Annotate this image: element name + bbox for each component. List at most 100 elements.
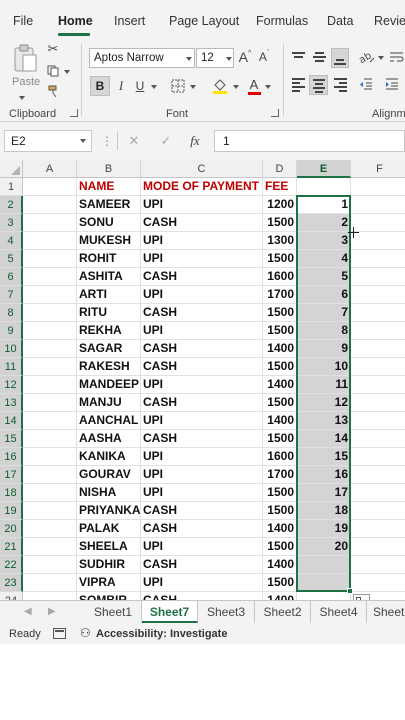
cell-c-12[interactable]: UPI: [141, 376, 263, 394]
cell-b-7[interactable]: ARTI: [77, 286, 141, 304]
align-right-icon[interactable]: [334, 78, 347, 94]
cell-a-11[interactable]: [23, 358, 77, 376]
align-middle-icon[interactable]: [313, 52, 326, 64]
tab-review[interactable]: Review: [374, 14, 405, 28]
format-painter-icon[interactable]: [46, 84, 60, 98]
cell-f-18[interactable]: [351, 484, 405, 502]
row-header[interactable]: 17: [0, 466, 23, 484]
borders-icon[interactable]: [170, 78, 186, 94]
cell-e-3[interactable]: 2: [297, 214, 351, 232]
align-left-icon[interactable]: [292, 78, 305, 94]
cell-a-1[interactable]: [23, 178, 77, 196]
cell-e-7[interactable]: 6: [297, 286, 351, 304]
cell-c-16[interactable]: UPI: [141, 448, 263, 466]
font-name-select[interactable]: Aptos Narrow: [89, 48, 195, 68]
column-header-e[interactable]: E: [297, 160, 351, 178]
cell-f-19[interactable]: [351, 502, 405, 520]
tab-formulas[interactable]: Formulas: [256, 14, 308, 28]
cancel-icon[interactable]: ✕: [127, 132, 141, 150]
accessibility-icon[interactable]: ⚇: [80, 626, 91, 640]
cell-d-2[interactable]: 1200: [263, 196, 297, 214]
cell-c-24[interactable]: CASH: [141, 592, 263, 600]
cell-d-17[interactable]: 1700: [263, 466, 297, 484]
cell-e-24[interactable]: [297, 592, 351, 600]
cell-a-22[interactable]: [23, 556, 77, 574]
clipboard-launcher-icon[interactable]: [70, 109, 78, 117]
cell-f-17[interactable]: [351, 466, 405, 484]
orientation-dropdown-arrow[interactable]: [378, 56, 384, 60]
cell-d-15[interactable]: 1500: [263, 430, 297, 448]
wrap-text-icon[interactable]: [388, 48, 405, 66]
cell-d-18[interactable]: 1500: [263, 484, 297, 502]
cell-d-8[interactable]: 1500: [263, 304, 297, 322]
cell-b-3[interactable]: SONU: [77, 214, 141, 232]
increase-indent-icon[interactable]: [384, 76, 400, 92]
cell-d-6[interactable]: 1600: [263, 268, 297, 286]
column-header-a[interactable]: A: [23, 160, 77, 178]
name-box[interactable]: E2: [4, 130, 92, 152]
row-header[interactable]: 6: [0, 268, 23, 286]
cell-a-20[interactable]: [23, 520, 77, 538]
cell-b-4[interactable]: MUKESH: [77, 232, 141, 250]
status-accessibility[interactable]: Accessibility: Investigate: [96, 628, 227, 640]
column-header-d[interactable]: D: [263, 160, 297, 178]
row-header[interactable]: 23: [0, 574, 23, 592]
sheet-tab-sheet7[interactable]: Sheet7: [142, 601, 198, 623]
cell-e-16[interactable]: 15: [297, 448, 351, 466]
cell-d-23[interactable]: 1500: [263, 574, 297, 592]
cell-a-8[interactable]: [23, 304, 77, 322]
cell-e-12[interactable]: 11: [297, 376, 351, 394]
font-launcher-icon[interactable]: [271, 109, 279, 117]
cell-c-9[interactable]: UPI: [141, 322, 263, 340]
row-header[interactable]: 5: [0, 250, 23, 268]
row-header[interactable]: 14: [0, 412, 23, 430]
cell-f-16[interactable]: [351, 448, 405, 466]
cell-f-8[interactable]: [351, 304, 405, 322]
align-top-icon[interactable]: [292, 52, 305, 64]
cell-f-4[interactable]: [351, 232, 405, 250]
cell-a-5[interactable]: [23, 250, 77, 268]
tab-file[interactable]: File: [13, 14, 33, 28]
cell-e-4[interactable]: 3: [297, 232, 351, 250]
borders-dropdown-arrow[interactable]: [190, 85, 196, 89]
cell-f-23[interactable]: [351, 574, 405, 592]
cell-c-14[interactable]: UPI: [141, 412, 263, 430]
column-header-c[interactable]: C: [141, 160, 263, 178]
cell-d-14[interactable]: 1400: [263, 412, 297, 430]
cell-a-13[interactable]: [23, 394, 77, 412]
cell-c-10[interactable]: CASH: [141, 340, 263, 358]
cell-a-4[interactable]: [23, 232, 77, 250]
cell-c-2[interactable]: UPI: [141, 196, 263, 214]
cell-c-21[interactable]: UPI: [141, 538, 263, 556]
name-box-dropdown-arrow[interactable]: [80, 139, 86, 143]
cell-e-10[interactable]: 9: [297, 340, 351, 358]
row-header[interactable]: 21: [0, 538, 23, 556]
cell-d-13[interactable]: 1500: [263, 394, 297, 412]
tab-page-layout[interactable]: Page Layout: [169, 14, 239, 28]
cell-e-2[interactable]: 1: [297, 196, 351, 214]
cell-b-23[interactable]: VIPRA: [77, 574, 141, 592]
cell-a-10[interactable]: [23, 340, 77, 358]
paste-dropdown-arrow[interactable]: [19, 96, 25, 100]
cell-c-13[interactable]: CASH: [141, 394, 263, 412]
cell-c-11[interactable]: CASH: [141, 358, 263, 376]
row-header[interactable]: 16: [0, 448, 23, 466]
spreadsheet-grid[interactable]: A B C D E F 1 NAME MODE OF PAYMENT FEE 2 SAMEER UPI 1…: [0, 160, 405, 600]
cell-d-20[interactable]: 1400: [263, 520, 297, 538]
cell-b-5[interactable]: ROHIT: [77, 250, 141, 268]
cell-c-1[interactable]: MODE OF PAYMENT: [141, 178, 263, 196]
sheet-tab-sheet4[interactable]: Sheet4: [311, 601, 367, 623]
sheet-tab-sheet1[interactable]: Sheet1: [85, 601, 142, 623]
formula-input[interactable]: 1: [214, 130, 405, 152]
cell-c-17[interactable]: UPI: [141, 466, 263, 484]
prev-sheet-icon[interactable]: ◀: [24, 606, 32, 617]
cell-f-15[interactable]: [351, 430, 405, 448]
cell-f-11[interactable]: [351, 358, 405, 376]
cell-d-21[interactable]: 1500: [263, 538, 297, 556]
cell-e-1[interactable]: [297, 178, 351, 196]
orientation-icon[interactable]: ab: [358, 48, 376, 66]
cell-f-1[interactable]: [351, 178, 405, 196]
cell-d-9[interactable]: 1500: [263, 322, 297, 340]
tab-data[interactable]: Data: [327, 14, 353, 28]
cell-a-6[interactable]: [23, 268, 77, 286]
